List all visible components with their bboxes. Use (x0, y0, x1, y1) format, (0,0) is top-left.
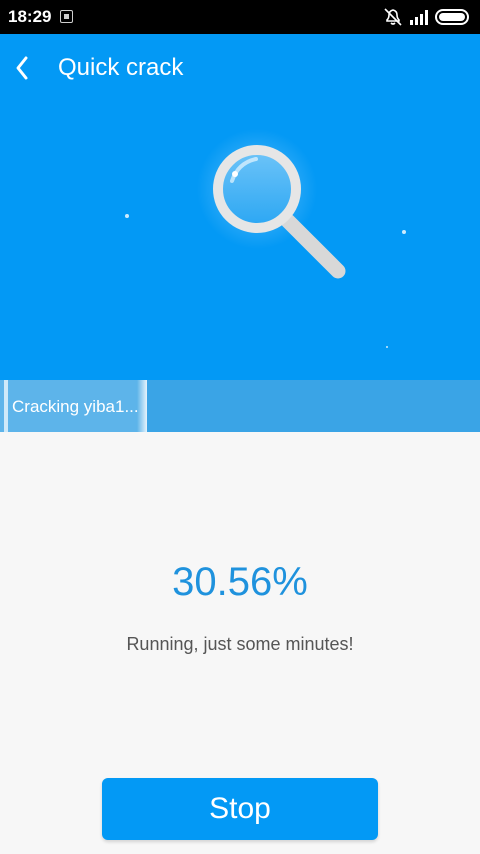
signal-icon (410, 10, 428, 25)
sparkle (125, 214, 129, 218)
progress-percent: 30.56% (172, 560, 308, 604)
bell-off-icon (384, 8, 402, 26)
stop-button[interactable]: Stop (102, 778, 378, 840)
sparkle (386, 346, 388, 348)
progress-start-marker (4, 380, 8, 432)
progress-band: Cracking yiba1... (0, 380, 480, 432)
magnifier-icon (190, 129, 360, 304)
status-bar: 18:29 (0, 0, 480, 34)
header: Quick crack (0, 34, 480, 380)
back-button[interactable] (8, 50, 40, 86)
status-time: 18:29 (8, 7, 52, 26)
status-message: Running, just some minutes! (126, 634, 354, 654)
page-title: Quick crack (58, 54, 184, 81)
battery-icon (435, 9, 469, 25)
notification-icon (60, 10, 73, 23)
status-icons (384, 7, 472, 27)
progress-label: Cracking yiba1... (12, 397, 139, 416)
sparkle (402, 230, 406, 234)
chevron-left-icon (16, 56, 28, 80)
